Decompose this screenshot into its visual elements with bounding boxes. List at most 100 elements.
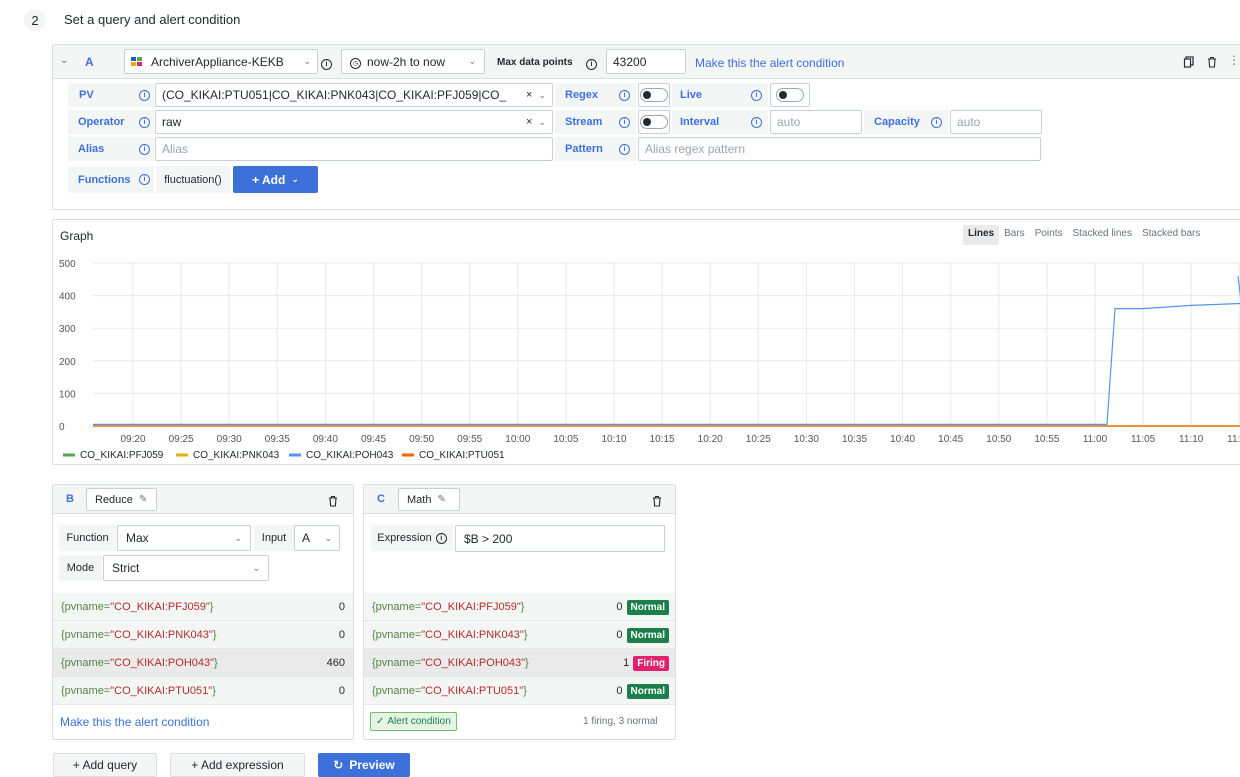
collapse-chevron-icon[interactable]: ⌄ [60, 55, 68, 66]
operator-value: raw [162, 115, 182, 129]
stream-toggle[interactable] [638, 110, 670, 134]
trash-icon[interactable] [327, 493, 339, 507]
clock-icon: ◷ [350, 54, 361, 70]
live-toggle[interactable] [770, 83, 810, 107]
chevron-down-icon[interactable]: ⌄ [538, 117, 546, 128]
trash-icon[interactable] [1206, 54, 1218, 68]
input-select[interactable]: A ⌄ [294, 525, 340, 551]
alert-condition-badge: ✓ Alert condition [370, 712, 457, 731]
math-ref: C [377, 493, 385, 505]
capacity-input[interactable]: auto [950, 110, 1042, 134]
table-row: {pvname="CO_KIKAI:PTU051"} 0 Normal [364, 677, 675, 705]
preview-button[interactable]: ↻ Preview [318, 753, 410, 777]
x-tick-label: 09:40 [313, 434, 338, 445]
expression-input[interactable]: $B > 200 [455, 525, 665, 552]
viz-option-lines[interactable]: Lines [963, 225, 1000, 245]
series-result: 0 Normal [616, 683, 669, 699]
alert-condition-link[interactable]: Make this the alert condition [695, 56, 844, 70]
status-badge: Normal [626, 627, 669, 643]
chevron-down-icon: ⌄ [252, 562, 260, 573]
query-ref-label[interactable]: A [85, 55, 94, 69]
max-points-input[interactable]: 43200 [606, 49, 686, 74]
viz-option-stacked-lines[interactable]: Stacked lines [1067, 225, 1136, 245]
series-result: 0 Normal [616, 627, 669, 643]
datasource-name: ArchiverAppliance-KEKB [151, 54, 284, 69]
table-row: {pvname="CO_KIKAI:POH043"} 460 [53, 649, 353, 677]
pv-label-cell: PV i [68, 83, 154, 107]
interval-input[interactable]: auto [770, 110, 862, 134]
functions-label: Functions [78, 173, 131, 186]
table-row: {pvname="CO_KIKAI:PFJ059"} 0 [53, 593, 353, 621]
live-label-cell: Live i [672, 83, 768, 107]
legend-label: CO_KIKAI:PFJ059 [80, 450, 164, 461]
info-icon: i [619, 89, 630, 101]
drag-handle-icon[interactable]: ⋮⋮ [1228, 53, 1240, 67]
clear-icon[interactable]: × [526, 116, 532, 128]
capacity-placeholder: auto [957, 115, 981, 129]
check-icon: ✓ [376, 716, 385, 727]
info-icon: i [139, 116, 150, 128]
capacity-label: Capacity [874, 116, 920, 128]
series-label: {pvname="CO_KIKAI:PFJ059"} [372, 600, 525, 613]
series-result: 0 Normal [616, 599, 669, 615]
datasource-picker[interactable]: ArchiverAppliance-KEKB ⌄ [124, 49, 318, 74]
x-tick-label: 09:20 [120, 434, 145, 445]
expression-label-cell: Expression i [371, 525, 453, 551]
reduce-results: {pvname="CO_KIKAI:PFJ059"} 0 {pvname="CO… [53, 593, 353, 705]
mode-value: Strict [112, 561, 140, 575]
y-tick-label: 400 [59, 292, 76, 303]
add-expression-button[interactable]: + Add expression [170, 753, 305, 777]
chevron-down-icon[interactable]: ⌄ [538, 90, 546, 101]
math-title-box[interactable]: Math ✎ [398, 488, 460, 511]
function-value: Max [126, 531, 149, 545]
operator-select[interactable]: raw × ⌄ [155, 110, 553, 134]
y-tick-label: 200 [59, 357, 76, 368]
reduce-title-box[interactable]: Reduce ✎ [86, 488, 157, 511]
chevron-down-icon: ⌄ [303, 56, 311, 66]
info-icon: i [139, 174, 150, 185]
table-row: {pvname="CO_KIKAI:PNK043"} 0 Normal [364, 621, 675, 649]
table-row: {pvname="CO_KIKAI:POH043"} 1 Firing [364, 649, 675, 677]
info-icon: i [139, 89, 150, 101]
add-function-label: + Add [252, 172, 286, 187]
step-title: Set a query and alert condition [64, 12, 241, 27]
interval-label: Interval [680, 116, 720, 128]
legend-label: CO_KIKAI:POH043 [306, 450, 394, 461]
alias-label-cell: Alias i [68, 137, 154, 161]
series-label: {pvname="CO_KIKAI:PNK043"} [372, 628, 528, 641]
input-value: A [302, 531, 311, 545]
add-function-button[interactable]: + Add ⌄ [233, 166, 318, 193]
viz-option-stacked-bars[interactable]: Stacked bars [1137, 225, 1205, 245]
refresh-icon: ↻ [333, 758, 344, 772]
expression-label: Expression [377, 532, 432, 544]
info-icon: i [435, 532, 447, 544]
capacity-label-cell: Capacity i [864, 110, 948, 134]
alias-input[interactable]: Alias [155, 137, 553, 161]
function-chip[interactable]: fluctuation() [156, 166, 230, 193]
pattern-input[interactable]: Alias regex pattern [638, 137, 1041, 161]
viz-option-points[interactable]: Points [1030, 225, 1068, 245]
viz-option-bars[interactable]: Bars [999, 225, 1030, 245]
info-icon: i [751, 116, 762, 128]
x-tick-label: 10:20 [698, 434, 723, 445]
add-query-button[interactable]: + Add query [53, 753, 157, 777]
chevron-down-icon: ⌄ [468, 56, 476, 66]
pencil-icon: ✎ [437, 494, 446, 505]
y-tick-label: 300 [59, 324, 76, 335]
x-tick-label: 09:30 [217, 434, 242, 445]
mode-select[interactable]: Strict ⌄ [103, 555, 269, 581]
pv-label: PV [79, 89, 94, 101]
x-tick-label: 09:25 [169, 434, 194, 445]
copy-icon[interactable] [1183, 54, 1195, 68]
regex-toggle[interactable] [638, 83, 670, 107]
x-tick-label: 10:55 [1034, 434, 1059, 445]
function-label: Function [59, 525, 116, 551]
pv-input[interactable]: (CO_KIKAI:PTU051|CO_KIKAI:PNK043|CO_KIKA… [155, 83, 553, 107]
function-select[interactable]: Max ⌄ [117, 525, 251, 551]
make-alert-condition-link[interactable]: Make this the alert condition [60, 715, 209, 729]
time-range-picker[interactable]: ◷ now-2h to now ⌄ [341, 49, 485, 74]
trash-icon[interactable] [651, 493, 663, 507]
clear-icon[interactable]: × [526, 89, 532, 101]
series-label: {pvname="CO_KIKAI:POH043"} [61, 656, 218, 669]
legend-label: CO_KIKAI:PNK043 [193, 450, 280, 461]
